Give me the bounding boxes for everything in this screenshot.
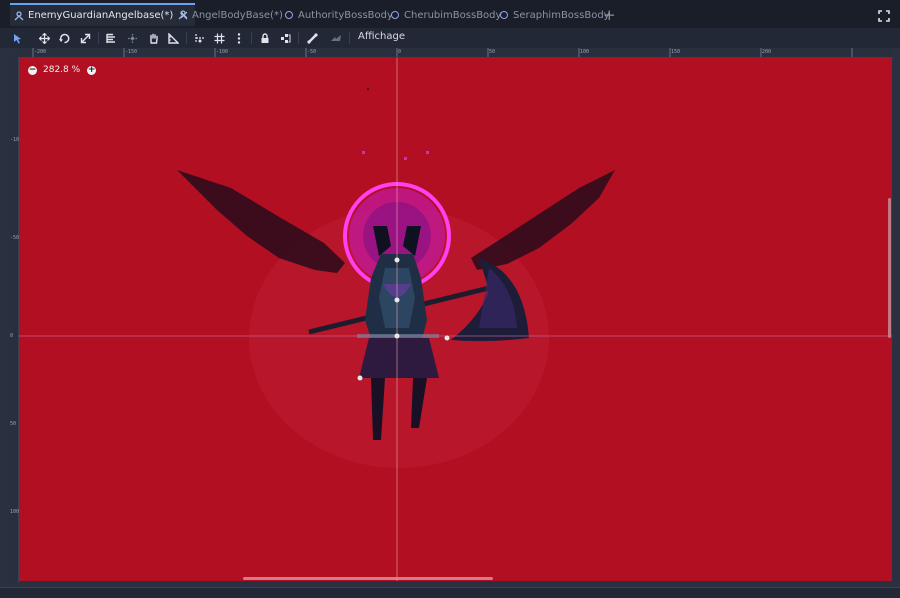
bottom-panel-strip xyxy=(0,587,900,598)
zoom-in-button[interactable]: + xyxy=(87,65,97,75)
snap-options-button[interactable] xyxy=(232,31,246,45)
tab-enemy-guardian-angelbase[interactable]: EnemyGuardianAngelbase(*) ✕ xyxy=(10,3,195,26)
select-tool-icon xyxy=(14,33,21,43)
ruler-vertical: -100 -50 0 50 100 xyxy=(10,57,22,582)
skeleton-icon xyxy=(331,34,341,41)
skeleton-button[interactable] xyxy=(329,31,343,45)
tab-label: AngelBodyBase(*) xyxy=(192,9,283,21)
smart-snap-button[interactable] xyxy=(192,31,206,45)
scene-ring-icon xyxy=(500,11,508,19)
move-tool-icon xyxy=(38,32,50,44)
move-tool-button[interactable] xyxy=(37,31,51,45)
ruler-tick: 50 xyxy=(10,421,17,427)
tab-label: AuthorityBossBody xyxy=(298,9,393,21)
canvas-toolbar xyxy=(0,28,900,48)
grid-snap-icon xyxy=(214,33,224,43)
ruler-horizontal: -200 -150 -100 -50 0 50 100 150 200 xyxy=(18,48,893,58)
scene-ring-icon xyxy=(285,11,293,19)
rotate-tool-icon xyxy=(58,33,69,43)
grid-snap-button[interactable] xyxy=(212,31,226,45)
toolbar-separator xyxy=(349,32,350,44)
list-select-button[interactable] xyxy=(104,31,118,45)
view-menu-button[interactable]: Affichage xyxy=(358,31,405,42)
scene-tab-bar: EnemyGuardianAngelbase(*) ✕ AngelBodyBas… xyxy=(0,0,900,28)
zoom-level[interactable]: 282.8 % xyxy=(43,65,80,75)
tab-label: CherubimBossBody xyxy=(404,9,502,21)
add-tab-button[interactable]: + xyxy=(603,8,616,23)
bone-icon xyxy=(306,32,318,44)
scale-tool-icon xyxy=(80,33,90,43)
lock-button[interactable] xyxy=(258,31,272,45)
pivot-button[interactable] xyxy=(125,31,139,45)
toolbar-separator xyxy=(298,32,299,44)
tab-authority-boss-body[interactable]: AuthorityBossBody xyxy=(279,4,399,26)
tab-cherubim-boss-body[interactable]: CherubimBossBody xyxy=(385,4,507,26)
more-icon xyxy=(237,32,241,44)
toolbar-separator xyxy=(186,32,187,44)
tab-label: EnemyGuardianAngelbase(*) xyxy=(28,10,174,21)
rotate-tool-button[interactable] xyxy=(57,31,71,45)
group-icon xyxy=(280,33,290,43)
scene-ring-icon xyxy=(391,11,399,19)
toolbar-separator xyxy=(98,32,99,44)
smart-snap-icon xyxy=(194,33,204,43)
scale-tool-button[interactable] xyxy=(78,31,92,45)
select-tool-button[interactable] xyxy=(11,31,25,45)
list-select-icon xyxy=(105,33,115,43)
ruler-button[interactable] xyxy=(166,31,180,45)
tab-angel-body-base[interactable]: AngelBodyBase(*) xyxy=(174,4,289,26)
pivot-icon xyxy=(127,33,137,43)
horizontal-scrollbar[interactable] xyxy=(243,577,493,580)
scene-node-icon xyxy=(178,10,188,20)
bone-button[interactable] xyxy=(305,31,319,45)
vertical-scrollbar[interactable] xyxy=(888,198,891,338)
pan-icon xyxy=(149,33,158,44)
guardian-angel-sprite xyxy=(19,58,892,581)
ruler-tick: -50 xyxy=(10,235,20,241)
ruler-tick: 100 xyxy=(10,509,20,515)
tab-seraphim-boss-body[interactable]: SeraphimBossBody xyxy=(494,4,616,26)
ruler-horizontal-marks xyxy=(32,48,853,57)
zoom-widget: − 282.8 % + xyxy=(28,64,97,76)
distraction-free-icon[interactable] xyxy=(878,10,890,22)
zoom-out-button[interactable]: − xyxy=(28,65,37,75)
scene-node-icon xyxy=(14,10,24,20)
lock-icon xyxy=(261,32,269,43)
toolbar-separator xyxy=(251,32,252,44)
tab-label: SeraphimBossBody xyxy=(513,9,610,21)
group-button[interactable] xyxy=(278,31,292,45)
scene-canvas[interactable] xyxy=(19,58,892,581)
ruler-tick: 0 xyxy=(10,333,14,339)
ruler-icon xyxy=(167,32,179,44)
pan-button[interactable] xyxy=(146,31,160,45)
